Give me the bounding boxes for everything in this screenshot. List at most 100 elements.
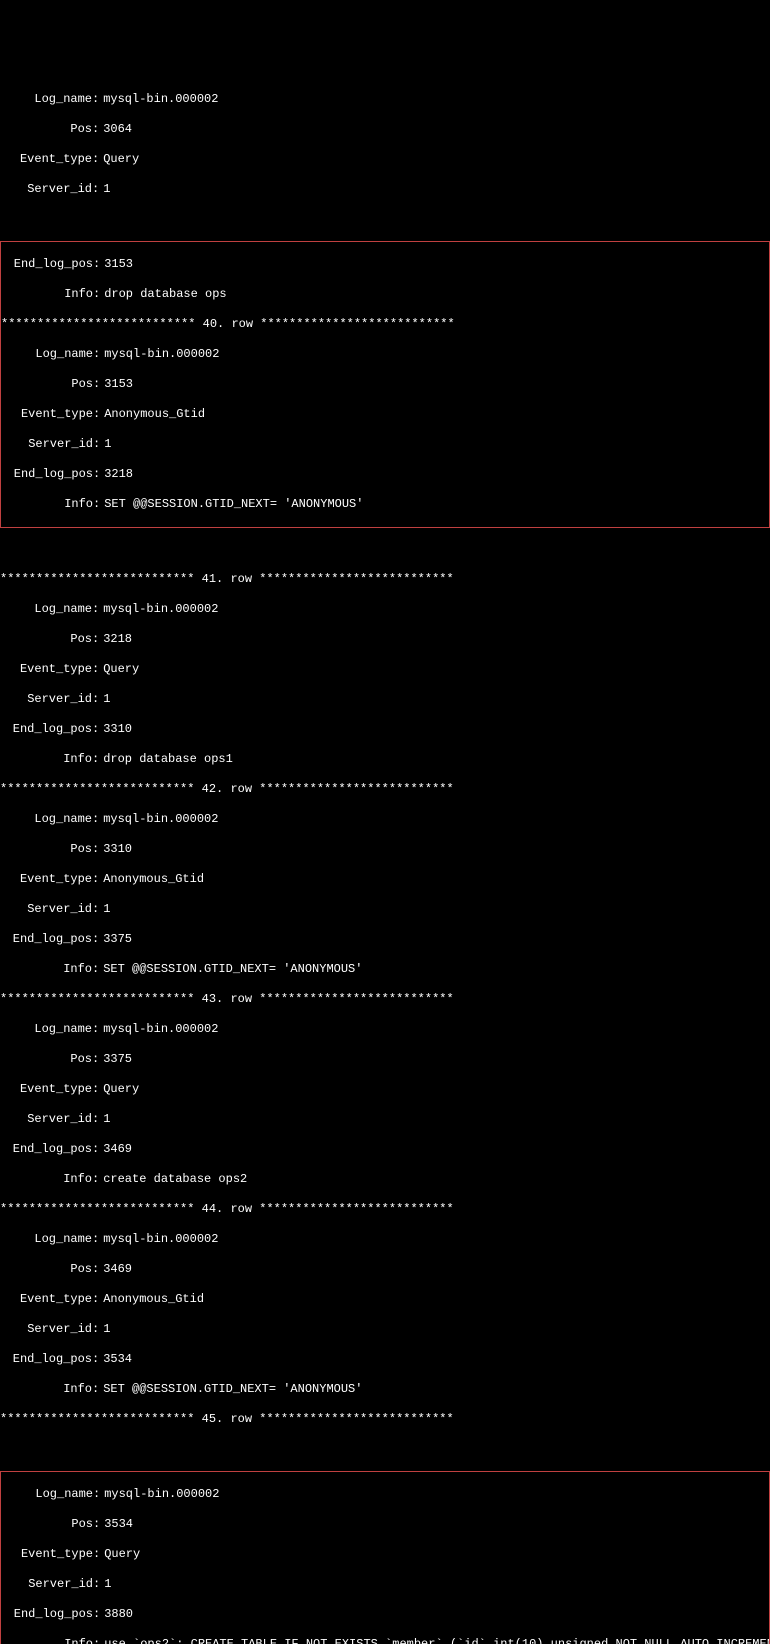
log-line: Pos:3469: [0, 1262, 770, 1277]
field-label: Server_id: [0, 1112, 92, 1127]
field-label: Pos: [1, 377, 93, 392]
row-separator: *************************** 42. row ****…: [0, 782, 770, 797]
log-line: Pos:3310: [0, 842, 770, 857]
field-value: 3375: [99, 1052, 132, 1066]
row-separator: *************************** 44. row ****…: [0, 1202, 770, 1217]
row-separator: *************************** 40. row ****…: [1, 317, 769, 332]
field-label: Event_type: [0, 152, 92, 167]
log-line: Log_name:mysql-bin.000002: [0, 812, 770, 827]
field-label: End_log_pos: [1, 257, 93, 272]
highlighted-box-2: Log_name:mysql-bin.000002 Pos:3534 Event…: [0, 1471, 770, 1644]
field-value: 1: [99, 692, 110, 706]
log-line: Log_name:mysql-bin.000002: [0, 92, 770, 107]
log-line: Pos:3534: [1, 1517, 769, 1532]
field-label: Log_name: [0, 1022, 92, 1037]
log-line: Pos:3375: [0, 1052, 770, 1067]
field-label: Info: [1, 1637, 93, 1644]
log-line: End_log_pos:3218: [1, 467, 769, 482]
field-value: 3153: [100, 257, 133, 271]
log-line: Event_type:Anonymous_Gtid: [0, 1292, 770, 1307]
field-label: Info: [0, 962, 92, 977]
log-line: Event_type:Query: [0, 152, 770, 167]
field-value: Query: [100, 1547, 140, 1561]
log-line: Log_name:mysql-bin.000002: [1, 347, 769, 362]
field-value: create database ops2: [99, 1172, 247, 1186]
field-label: Info: [0, 1382, 92, 1397]
log-line: Log_name:mysql-bin.000002: [0, 1232, 770, 1247]
field-label: Log_name: [1, 347, 93, 362]
log-line: End_log_pos:3534: [0, 1352, 770, 1367]
field-label: End_log_pos: [0, 1352, 92, 1367]
field-label: Log_name: [0, 602, 92, 617]
log-line: Info:use `ops2`; CREATE TABLE IF NOT EXI…: [1, 1637, 769, 1644]
field-value: 3310: [99, 842, 132, 856]
field-value: mysql-bin.000002: [99, 1022, 218, 1036]
field-label: Event_type: [0, 1292, 92, 1307]
field-label: Log_name: [1, 1487, 93, 1502]
field-value: 3218: [100, 467, 133, 481]
field-label: Log_name: [0, 1232, 92, 1247]
field-label: Pos: [0, 842, 92, 857]
log-line: Event_type:Anonymous_Gtid: [0, 872, 770, 887]
field-value: SET @@SESSION.GTID_NEXT= 'ANONYMOUS': [100, 497, 363, 511]
log-line: Event_type:Query: [1, 1547, 769, 1562]
field-value: 3469: [99, 1262, 132, 1276]
field-label: Info: [0, 1172, 92, 1187]
log-line: Server_id:1: [0, 902, 770, 917]
field-label: Info: [1, 497, 93, 512]
log-line: End_log_pos:3880: [1, 1607, 769, 1622]
field-value: use `ops2`; CREATE TABLE IF NOT EXISTS `…: [100, 1637, 769, 1644]
mid-block: *************************** 41. row ****…: [0, 557, 770, 1442]
log-line: Info:SET @@SESSION.GTID_NEXT= 'ANONYMOUS…: [0, 962, 770, 977]
field-value: 1: [99, 902, 110, 916]
intro-block: Log_name:mysql-bin.000002 Pos:3064 Event…: [0, 77, 770, 212]
field-label: Server_id: [1, 1577, 93, 1592]
field-label: Event_type: [0, 872, 92, 887]
field-value: 3310: [99, 722, 132, 736]
highlighted-box-1: End_log_pos:3153 Info:drop database ops …: [0, 241, 770, 528]
field-label: Server_id: [0, 692, 92, 707]
field-label: Server_id: [0, 182, 92, 197]
log-line: Log_name:mysql-bin.000002: [0, 1022, 770, 1037]
field-value: 3153: [100, 377, 133, 391]
field-value: 3064: [99, 122, 132, 136]
log-line: End_log_pos:3310: [0, 722, 770, 737]
field-value: drop database ops1: [99, 752, 233, 766]
field-value: 1: [99, 1322, 110, 1336]
field-label: Server_id: [0, 902, 92, 917]
field-value: 1: [100, 1577, 111, 1591]
row-separator: *************************** 41. row ****…: [0, 572, 770, 587]
field-value: Anonymous_Gtid: [100, 407, 205, 421]
log-line: Event_type:Query: [0, 662, 770, 677]
field-label: End_log_pos: [1, 467, 93, 482]
field-label: Event_type: [1, 1547, 93, 1562]
log-line: Event_type:Anonymous_Gtid: [1, 407, 769, 422]
field-label: Event_type: [0, 662, 92, 677]
field-label: Info: [0, 752, 92, 767]
log-line: Info:drop database ops: [1, 287, 769, 302]
log-line: Pos:3153: [1, 377, 769, 392]
field-label: Pos: [0, 1052, 92, 1067]
field-value: drop database ops: [100, 287, 226, 301]
field-value: Query: [99, 1082, 139, 1096]
log-line: Server_id:1: [1, 437, 769, 452]
field-value: mysql-bin.000002: [100, 347, 219, 361]
field-value: 3469: [99, 1142, 132, 1156]
field-value: mysql-bin.000002: [99, 602, 218, 616]
field-value: SET @@SESSION.GTID_NEXT= 'ANONYMOUS': [99, 1382, 362, 1396]
log-line: Info:drop database ops1: [0, 752, 770, 767]
field-value: 1: [99, 1112, 110, 1126]
field-label: Event_type: [1, 407, 93, 422]
row-separator: *************************** 43. row ****…: [0, 992, 770, 1007]
terminal-output: Log_name:mysql-bin.000002 Pos:3064 Event…: [0, 60, 770, 1644]
field-value: 3218: [99, 632, 132, 646]
field-value: Anonymous_Gtid: [99, 872, 204, 886]
log-line: Info:SET @@SESSION.GTID_NEXT= 'ANONYMOUS…: [0, 1382, 770, 1397]
field-value: mysql-bin.000002: [99, 1232, 218, 1246]
field-value: SET @@SESSION.GTID_NEXT= 'ANONYMOUS': [99, 962, 362, 976]
log-line: End_log_pos:3375: [0, 932, 770, 947]
log-line: Server_id:1: [0, 1112, 770, 1127]
field-label: Event_type: [0, 1082, 92, 1097]
field-label: Server_id: [0, 1322, 92, 1337]
field-label: Server_id: [1, 437, 93, 452]
